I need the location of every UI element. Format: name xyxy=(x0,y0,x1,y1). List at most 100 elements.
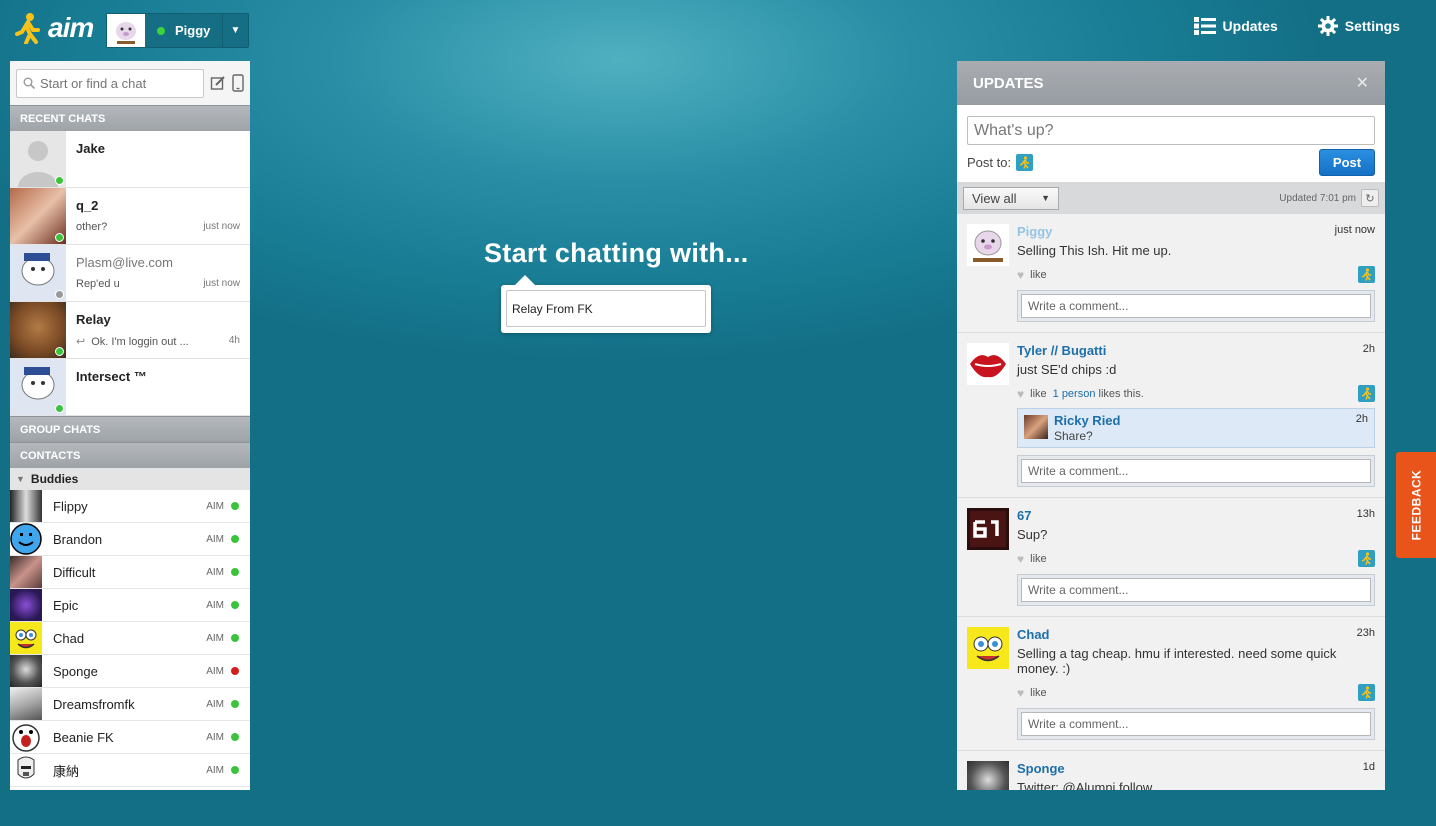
recent-chat-item[interactable]: Relay ↩ Ok. I'm loggin out ... 4h xyxy=(10,302,250,359)
post-text: Sup? xyxy=(1017,527,1048,542)
user-avatar[interactable] xyxy=(107,14,145,47)
close-icon[interactable]: ✕ xyxy=(1356,73,1369,93)
post-avatar[interactable] xyxy=(967,343,1009,385)
recent-chat-item[interactable]: Jake xyxy=(10,131,250,188)
comment-input[interactable]: Write a comment... xyxy=(1021,459,1371,483)
user-name: Piggy xyxy=(175,23,211,38)
post-avatar[interactable] xyxy=(967,224,1009,266)
buddy-row[interactable]: Epic AIM xyxy=(10,589,250,622)
update-post: 67 13h Sup? ♥ like Write a comment... xyxy=(957,498,1385,617)
buddy-row[interactable]: Flippy AIM xyxy=(10,490,250,523)
buddy-presence-dot xyxy=(231,700,239,708)
post-button[interactable]: Post xyxy=(1319,149,1375,176)
sponge-avatar-icon xyxy=(10,622,42,654)
buddy-name: Beanie FK xyxy=(53,729,114,745)
likes-count-link[interactable]: 1 person xyxy=(1053,388,1096,400)
buddy-service: AIM xyxy=(206,500,224,512)
post-author[interactable]: Chad xyxy=(1017,627,1050,642)
ghost-avatar-icon xyxy=(10,721,42,753)
updates-filter-bar: View all ▼ Updated 7:01 pm ↻ xyxy=(957,182,1385,214)
post-avatar[interactable] xyxy=(967,508,1009,550)
status-input[interactable]: What's up? xyxy=(967,116,1375,145)
recent-chats-header[interactable]: RECENT CHATS xyxy=(10,105,250,131)
buddy-service: AIM xyxy=(206,566,224,578)
buddy-name: Flippy xyxy=(53,498,88,514)
settings-button[interactable]: Settings xyxy=(1317,16,1400,36)
buddy-row[interactable]: Dreamsfromfk AIM xyxy=(10,688,250,721)
post-time: 23h xyxy=(1356,627,1375,639)
chat-suggestion-input[interactable]: Relay From FK xyxy=(506,290,706,327)
comment-box: Write a comment... xyxy=(1017,290,1375,322)
piggy-avatar-icon xyxy=(967,224,1009,266)
chat-last-message: other? xyxy=(76,221,108,233)
comment-input[interactable]: Write a comment... xyxy=(1021,578,1371,602)
buddy-presence-dot xyxy=(231,667,239,675)
post-author[interactable]: 67 xyxy=(1017,508,1031,523)
buddy-row[interactable]: Chad AIM xyxy=(10,622,250,655)
contacts-header[interactable]: CONTACTS xyxy=(10,442,250,468)
updates-header: UPDATES ✕ xyxy=(957,61,1385,105)
reply-time: 2h xyxy=(1355,413,1368,425)
buddy-avatar xyxy=(10,589,42,621)
buddy-list-panel: RECENT CHATS Jake q_2 other? just now xyxy=(10,61,250,790)
heart-icon[interactable]: ♥ xyxy=(1017,552,1024,566)
refresh-icon[interactable]: ↻ xyxy=(1361,189,1379,207)
reply-avatar[interactable] xyxy=(1024,415,1048,439)
post-author[interactable]: Sponge xyxy=(1017,761,1065,776)
feedback-tab[interactable]: FEEDBACK xyxy=(1396,452,1436,558)
user-status-box[interactable]: Piggy ▼ xyxy=(106,13,249,48)
comment-input[interactable]: Write a comment... xyxy=(1021,294,1371,318)
buddy-row[interactable]: Sponge AIM xyxy=(10,655,250,688)
buddy-presence-dot xyxy=(231,601,239,609)
reply-author[interactable]: Ricky Ried xyxy=(1054,413,1120,428)
buddy-row[interactable]: Beanie FK AIM xyxy=(10,721,250,754)
recent-chat-item[interactable]: Plasm@live.com Rep'ed u just now xyxy=(10,245,250,302)
sponge-avatar-icon xyxy=(967,627,1009,669)
compose-icon[interactable] xyxy=(210,75,226,91)
post-time: 2h xyxy=(1362,343,1375,355)
post-avatar[interactable] xyxy=(967,627,1009,669)
aim-network-icon[interactable] xyxy=(1016,154,1034,171)
buddy-service: AIM xyxy=(206,632,224,644)
buddy-avatar xyxy=(10,622,42,654)
buddy-row[interactable]: Brandon AIM xyxy=(10,523,250,556)
post-author[interactable]: Tyler // Bugatti xyxy=(1017,343,1106,358)
buddy-avatar xyxy=(10,754,42,786)
post-text: Selling This Ish. Hit me up. xyxy=(1017,243,1172,258)
recent-chat-item[interactable]: q_2 other? just now xyxy=(10,188,250,245)
like-link[interactable]: like xyxy=(1030,553,1047,565)
aim-network-icon xyxy=(1358,550,1375,567)
post-avatar[interactable] xyxy=(967,761,1009,790)
buddy-row[interactable]: Difficult AIM xyxy=(10,556,250,589)
presence-dot xyxy=(55,404,64,413)
like-link[interactable]: like xyxy=(1030,269,1047,281)
group-chats-header[interactable]: GROUP CHATS xyxy=(10,416,250,442)
buddy-row[interactable]: 康納 AIM xyxy=(10,754,250,787)
heart-icon[interactable]: ♥ xyxy=(1017,387,1024,401)
like-link[interactable]: like xyxy=(1030,388,1047,400)
reply-text: Share? xyxy=(1054,429,1093,443)
buddy-service: AIM xyxy=(206,533,224,545)
chat-last-message: Rep'ed u xyxy=(76,278,120,290)
user-menu-chevron-icon[interactable]: ▼ xyxy=(222,14,248,47)
search-icon xyxy=(23,77,35,89)
like-link[interactable]: like xyxy=(1030,687,1047,699)
view-filter-select[interactable]: View all ▼ xyxy=(963,186,1059,210)
chat-avatar xyxy=(10,188,66,244)
buddy-service: AIM xyxy=(206,764,224,776)
search-input[interactable] xyxy=(40,75,180,91)
aim-logo[interactable]: aim xyxy=(14,12,94,44)
buddy-presence-dot xyxy=(231,502,239,510)
search-box[interactable] xyxy=(16,68,204,98)
chat-avatar xyxy=(10,131,66,187)
buddies-group-label: Buddies xyxy=(30,472,79,486)
comment-input[interactable]: Write a comment... xyxy=(1021,712,1371,736)
buddies-group-header[interactable]: ▼ Buddies xyxy=(10,468,250,490)
heart-icon[interactable]: ♥ xyxy=(1017,268,1024,282)
recent-chat-item[interactable]: Intersect ™ xyxy=(10,359,250,416)
smiley-avatar-icon xyxy=(10,523,42,555)
heart-icon[interactable]: ♥ xyxy=(1017,686,1024,700)
mobile-icon[interactable] xyxy=(232,74,244,92)
post-author[interactable]: Piggy xyxy=(1017,224,1052,239)
updates-button[interactable]: Updates xyxy=(1193,16,1278,36)
